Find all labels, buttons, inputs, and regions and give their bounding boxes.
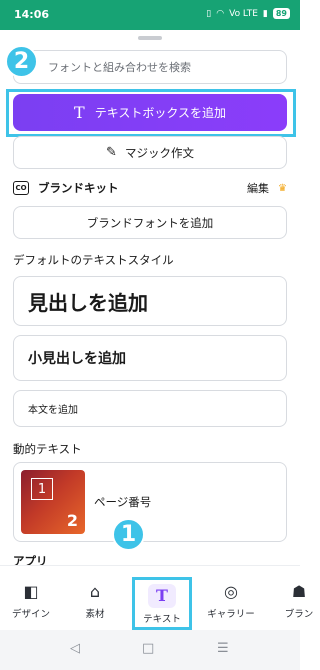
network-type: Vo LTE — [229, 8, 258, 19]
brand-kit-title: ブランドキット — [38, 181, 119, 195]
callout-step-2: 2 — [5, 45, 38, 78]
search-placeholder: フォントと組み合わせを検索 — [48, 61, 191, 74]
magic-write-label: マジック作文 — [124, 145, 194, 160]
add-brand-font-button[interactable]: ブランドフォントを追加 — [13, 206, 287, 239]
tab-text-label: テキスト — [143, 614, 181, 625]
page-number-label: ページ番号 — [94, 495, 152, 509]
layout-icon: ◧ — [23, 582, 39, 601]
add-body-text-label: 本文を追加 — [28, 405, 78, 416]
add-brand-font-label: ブランドフォントを追加 — [86, 215, 214, 230]
status-icons: ▯ ◠ Vo LTE ▮ 89 — [206, 8, 290, 19]
shapes-icon: ⌂ — [89, 582, 101, 601]
brand-kit-icon: CO — [13, 181, 29, 195]
battery-level: 89 — [272, 8, 290, 19]
brand-icon: ☗ — [291, 582, 307, 601]
thumb-number-1: 1 — [31, 478, 53, 500]
dynamic-text-heading: 動的テキスト — [13, 442, 82, 456]
add-body-text-button[interactable]: 本文を追加 — [13, 390, 287, 427]
tab-gallery-label: ギャラリー — [207, 609, 255, 620]
add-subheading-label: 小見出しを追加 — [28, 351, 126, 367]
tab-text[interactable]: T テキスト — [132, 577, 192, 630]
tab-elements-label: 素材 — [85, 609, 105, 620]
text-panel: フォントと組み合わせを検索 T テキストボックスを追加 ✎ マジック作文 CO … — [0, 30, 300, 568]
crown-icon: ♛ — [278, 182, 287, 194]
add-textbox-button[interactable]: T テキストボックスを追加 — [13, 94, 287, 131]
drag-handle[interactable] — [138, 36, 162, 40]
magic-write-button[interactable]: ✎ マジック作文 — [13, 136, 287, 169]
default-styles-heading: デフォルトのテキストスタイル — [13, 253, 174, 267]
tab-brand-label: ブラン — [284, 609, 314, 620]
add-heading-button[interactable]: 見出しを追加 — [13, 276, 287, 326]
page-number-thumbnail: 1 2 — [21, 470, 85, 534]
callout-step-1: 1 — [112, 518, 145, 551]
status-bar: 14:06 ▯ ◠ Vo LTE ▮ 89 — [0, 0, 300, 30]
vibrate-icon: ▯ — [206, 8, 212, 19]
clock: 14:06 — [14, 8, 50, 21]
back-icon[interactable]: ◁ — [70, 641, 80, 656]
tab-design[interactable]: ◧ デザイン — [0, 566, 64, 631]
bottom-tab-bar: ◧ デザイン ⌂ 素材 T テキスト ◎ ギャラリー ☗ ブラン — [0, 565, 313, 631]
text-t-icon: T — [74, 103, 85, 122]
add-textbox-label: テキストボックスを追加 — [94, 106, 226, 120]
tab-elements[interactable]: ⌂ 素材 — [62, 566, 128, 631]
search-input[interactable]: フォントと組み合わせを検索 — [13, 50, 287, 84]
tab-design-label: デザイン — [11, 609, 50, 620]
magic-wand-icon: ✎ — [106, 145, 117, 160]
add-heading-label: 見出しを追加 — [28, 290, 148, 315]
tab-brand[interactable]: ☗ ブラン — [266, 566, 320, 631]
brand-kit-row: CO ブランドキット 編集 ♛ — [13, 177, 287, 199]
menu-icon[interactable]: ☰ — [217, 641, 229, 656]
page-number-card[interactable]: 1 2 ページ番号 — [13, 462, 287, 542]
system-nav-bar: ◁ □ ☰ — [0, 630, 300, 670]
home-icon[interactable]: □ — [142, 641, 154, 656]
tab-gallery[interactable]: ◎ ギャラリー — [198, 566, 264, 631]
wifi-icon: ◠ — [216, 8, 225, 19]
signal-icon: ▮ — [262, 8, 268, 19]
camera-icon: ◎ — [224, 582, 238, 601]
add-subheading-button[interactable]: 小見出しを追加 — [13, 335, 287, 381]
thumb-number-2: 2 — [66, 511, 78, 530]
brand-kit-edit-link[interactable]: 編集 — [247, 180, 269, 196]
text-icon: T — [148, 584, 176, 608]
